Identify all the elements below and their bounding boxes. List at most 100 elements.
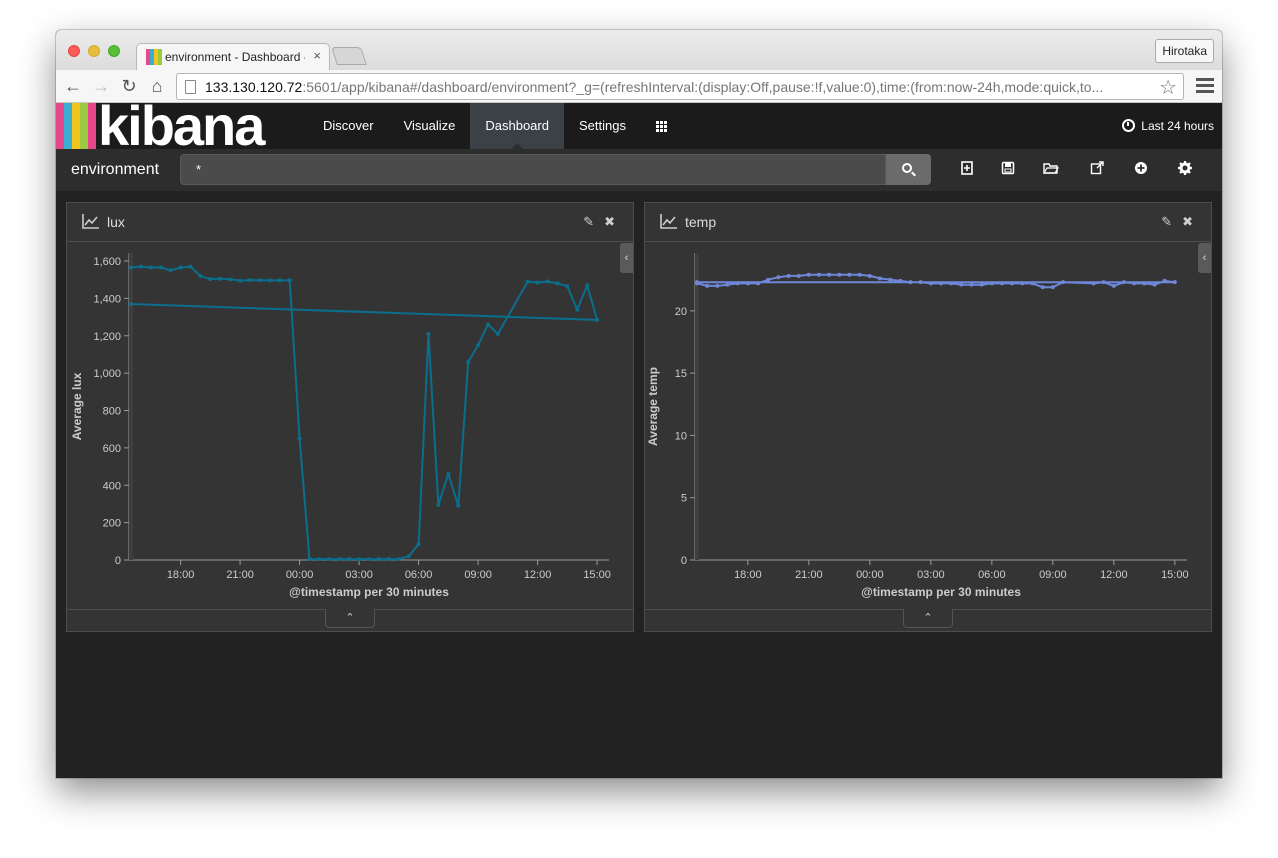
data-point bbox=[297, 436, 302, 441]
data-point bbox=[1172, 280, 1177, 285]
data-point bbox=[168, 268, 173, 273]
data-point bbox=[776, 275, 781, 280]
logo-color-bars bbox=[56, 103, 96, 149]
new-dashboard-icon[interactable] bbox=[958, 161, 976, 179]
data-point bbox=[796, 273, 801, 278]
x-tick-label: 03:00 bbox=[345, 569, 373, 581]
data-point bbox=[1091, 281, 1096, 286]
x-tick-label: 06:00 bbox=[978, 569, 1006, 581]
address-bar[interactable]: 133.130.120.72:5601/app/kibana#/dashboar… bbox=[176, 73, 1184, 100]
remove-panel-icon[interactable]: ✖ bbox=[604, 214, 615, 229]
logo-bar bbox=[72, 103, 80, 149]
legend-toggle-icon[interactable]: ‹ bbox=[1198, 243, 1211, 273]
save-icon[interactable] bbox=[999, 161, 1017, 179]
data-point bbox=[979, 282, 984, 287]
time-picker[interactable]: Last 24 hours bbox=[1122, 103, 1214, 149]
back-arrow-icon[interactable]: ← bbox=[62, 74, 84, 98]
data-point bbox=[705, 283, 710, 288]
url-host: 133.130.120.72 bbox=[205, 79, 303, 95]
data-point bbox=[1122, 280, 1126, 285]
brush-handle bbox=[129, 253, 133, 560]
data-point bbox=[908, 280, 913, 285]
data-point bbox=[735, 281, 740, 286]
minimize-window-button[interactable] bbox=[88, 45, 100, 57]
forward-arrow-icon[interactable]: → bbox=[90, 74, 112, 98]
profile-button[interactable]: Hirotaka bbox=[1155, 39, 1214, 63]
nav-discover[interactable]: Discover bbox=[308, 103, 389, 149]
clock-icon bbox=[1122, 119, 1136, 132]
search-button[interactable] bbox=[886, 154, 931, 185]
browser-tab-active[interactable]: environment - Dashboard - × bbox=[136, 43, 330, 71]
x-tick-label: 09:00 bbox=[1039, 569, 1067, 581]
open-icon[interactable] bbox=[1042, 161, 1060, 179]
new-tab-button[interactable] bbox=[331, 47, 367, 65]
close-window-button[interactable] bbox=[68, 45, 80, 57]
tab-title: environment - Dashboard - bbox=[165, 50, 305, 64]
kibana-logo[interactable]: kibana bbox=[56, 103, 308, 149]
edit-pencil-icon[interactable]: ✎ bbox=[583, 214, 594, 229]
panel-footer: ⌃ bbox=[67, 609, 633, 631]
y-tick-label: 600 bbox=[103, 443, 121, 455]
maximize-window-button[interactable] bbox=[108, 45, 120, 57]
favicon-bar bbox=[158, 49, 162, 65]
panel-title: temp bbox=[685, 214, 717, 230]
logo-bar bbox=[80, 103, 88, 149]
y-tick-label: 5 bbox=[681, 493, 687, 505]
nav-visualize[interactable]: Visualize bbox=[389, 103, 471, 149]
x-tick-label: 00:00 bbox=[286, 569, 314, 581]
kibana-navbar: kibana Discover Visualize Dashboard Sett… bbox=[56, 103, 1222, 149]
share-icon[interactable] bbox=[1088, 161, 1106, 179]
data-point bbox=[1050, 285, 1055, 290]
data-point bbox=[756, 281, 760, 286]
y-tick-label: 800 bbox=[103, 406, 121, 418]
expand-details-icon[interactable]: ⌃ bbox=[903, 609, 953, 628]
query-input[interactable]: * bbox=[180, 154, 886, 185]
panel-temp: temp ✎ ✖ ‹ 0 5 10 15 20 18:00 21:00 00:00 03:00 06… bbox=[644, 202, 1212, 632]
data-point bbox=[228, 277, 233, 282]
home-icon[interactable]: ⌂ bbox=[146, 74, 168, 98]
tab-close-icon[interactable]: × bbox=[313, 48, 321, 63]
settings-icon[interactable] bbox=[1176, 161, 1194, 179]
y-tick-label: 1,600 bbox=[93, 256, 121, 268]
legend-toggle-icon[interactable]: ‹ bbox=[620, 243, 633, 273]
x-tick-label: 18:00 bbox=[167, 569, 195, 581]
data-point bbox=[208, 277, 213, 282]
nav-dashboard[interactable]: Dashboard bbox=[470, 103, 564, 149]
expand-details-icon[interactable]: ⌃ bbox=[325, 609, 375, 628]
x-tick-label: 18:00 bbox=[734, 569, 762, 581]
data-point bbox=[939, 281, 943, 286]
data-point bbox=[745, 281, 750, 286]
y-tick-label: 1,400 bbox=[93, 293, 121, 305]
data-point bbox=[416, 542, 421, 547]
x-tick-label: 15:00 bbox=[1161, 569, 1189, 581]
nav-settings[interactable]: Settings bbox=[564, 103, 641, 149]
data-point bbox=[898, 278, 903, 283]
reload-icon[interactable]: ↻ bbox=[118, 74, 140, 98]
data-point bbox=[188, 264, 193, 269]
data-point bbox=[456, 503, 461, 508]
page-icon bbox=[185, 80, 196, 94]
data-point bbox=[827, 272, 832, 277]
data-point bbox=[1030, 281, 1035, 286]
data-point bbox=[525, 279, 530, 284]
add-visualization-icon[interactable] bbox=[1132, 161, 1150, 179]
browser-menu-icon[interactable] bbox=[1196, 75, 1214, 97]
app-grid-icon[interactable] bbox=[641, 103, 682, 149]
data-point bbox=[555, 281, 560, 286]
data-point bbox=[585, 283, 590, 288]
x-tick-label: 12:00 bbox=[524, 569, 552, 581]
y-tick-label: 15 bbox=[675, 368, 687, 380]
data-point bbox=[857, 272, 862, 277]
time-range-label: Last 24 hours bbox=[1141, 119, 1214, 133]
remove-panel-icon[interactable]: ✖ bbox=[1182, 214, 1193, 229]
x-tick-label: 03:00 bbox=[917, 569, 945, 581]
data-point bbox=[695, 280, 699, 285]
data-point bbox=[129, 301, 133, 306]
data-point bbox=[307, 557, 312, 562]
line-chart-icon bbox=[660, 214, 677, 229]
bookmark-star-icon[interactable]: ☆ bbox=[1159, 75, 1177, 100]
temp-line-chart: 0 5 10 15 20 18:00 21:00 00:00 03:00 06:00 09:00 12… bbox=[646, 253, 1189, 599]
data-point bbox=[376, 557, 381, 562]
data-point bbox=[989, 281, 994, 286]
edit-pencil-icon[interactable]: ✎ bbox=[1161, 214, 1172, 229]
